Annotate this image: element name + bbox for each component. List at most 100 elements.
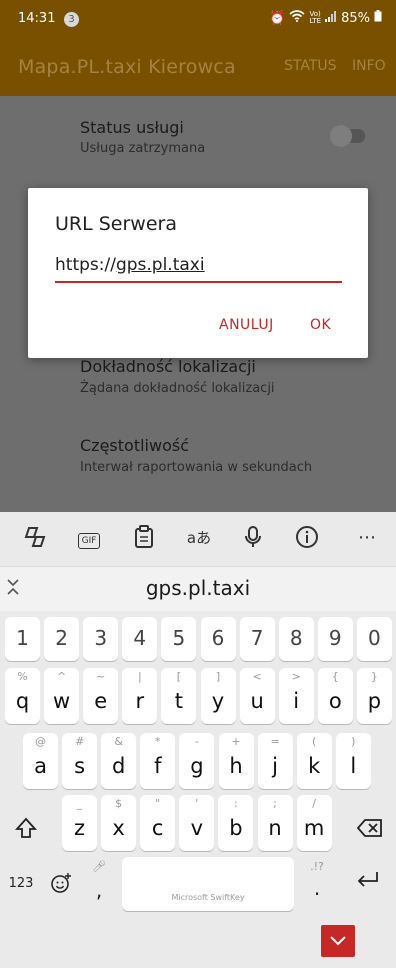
key-label: u [250, 689, 264, 713]
key-e[interactable]: ~ e [83, 668, 119, 724]
key-hint: : [234, 797, 238, 810]
key-label: 4 [133, 626, 147, 650]
key-hint: ] [215, 670, 221, 683]
symbols-key[interactable]: 123 [6, 876, 36, 891]
translate-label: aあ [186, 529, 212, 547]
key-label: w [53, 689, 71, 713]
info-action[interactable]: INFO [352, 58, 386, 74]
key-l[interactable]: ) l [335, 733, 371, 789]
key-a[interactable]: @ a [23, 733, 58, 789]
pref-title-service-status[interactable]: Status usługi [80, 118, 184, 137]
suggestion-word[interactable]: gps.pl.taxi [0, 576, 396, 600]
key-hint: ' [195, 797, 199, 810]
key-y[interactable]: ] y [200, 668, 236, 724]
key-hint: + [231, 735, 241, 748]
number-key-5[interactable]: 5 [161, 617, 197, 661]
pref-subtitle-frequency: Interwał raportowania w sekundach [80, 460, 313, 475]
key-v[interactable]: ' v [179, 795, 215, 851]
clipboard-icon[interactable] [129, 525, 159, 551]
key-n[interactable]: ; n [257, 795, 293, 851]
info-icon[interactable] [292, 525, 322, 551]
notification-badge: 3 [64, 12, 79, 27]
number-key-1[interactable]: 1 [5, 617, 40, 661]
key-x[interactable]: $ x [101, 795, 137, 851]
number-key-2[interactable]: 2 [44, 617, 80, 661]
key-hint: { [331, 670, 339, 683]
gif-icon[interactable]: GIF [74, 525, 104, 551]
key-w[interactable]: ^ w [44, 668, 80, 724]
key-c[interactable]: " c [140, 795, 176, 851]
number-key-4[interactable]: 4 [122, 617, 158, 661]
ok-button[interactable]: OK [310, 317, 331, 333]
key-j[interactable]: = j [257, 733, 293, 789]
key-t[interactable]: [t [161, 668, 197, 724]
key-label: v [190, 816, 204, 840]
alarm-icon: ⏰ [269, 10, 286, 26]
key-o[interactable]: {o [317, 668, 353, 724]
input-underline [55, 281, 342, 283]
key-label: x [112, 816, 125, 840]
key-label: h [229, 754, 243, 778]
enter-key[interactable] [350, 870, 386, 895]
key-i[interactable]: > i [278, 668, 314, 724]
hide-keyboard-button[interactable] [321, 925, 355, 957]
status-action[interactable]: STATUS [284, 58, 337, 74]
key-r[interactable]: | r [122, 668, 158, 724]
number-key-7[interactable]: 7 [239, 617, 275, 661]
key-hint: [ [176, 670, 182, 683]
key-label: 0 [368, 626, 381, 650]
pref-title-frequency[interactable]: Częstotliwość [80, 436, 189, 455]
key-u[interactable]: < u [239, 668, 275, 724]
key-hint: ^ [56, 670, 67, 683]
comma-key[interactable]: 🎤︎ , [86, 860, 112, 904]
key-hint: * [155, 735, 161, 748]
key-hint: } [370, 670, 378, 683]
more-icon[interactable]: ⋯ [352, 525, 382, 551]
key-hint: ; [273, 797, 277, 810]
key-q[interactable]: % q [5, 668, 40, 724]
dialog-title: URL Serwera [55, 213, 177, 235]
translate-icon[interactable]: aあ [184, 525, 214, 551]
key-hint: # [74, 735, 85, 748]
key-hint: _ [76, 797, 83, 810]
key-f[interactable]: * f [140, 733, 176, 789]
key-s[interactable]: # s [62, 733, 98, 789]
pref-subtitle-service-status: Usługa zatrzymana [80, 141, 206, 156]
space-key[interactable]: Microsoft SwiftKey [122, 857, 294, 911]
key-b[interactable]: :b [218, 795, 254, 851]
key-hint: > [291, 670, 301, 683]
shift-key[interactable] [8, 808, 44, 848]
key-k[interactable]: (k [296, 733, 332, 789]
period-key[interactable]: .!? . [304, 860, 330, 904]
key-label: m [303, 816, 325, 840]
cancel-button[interactable]: ANULUJ [219, 317, 274, 333]
key-label: d [112, 754, 126, 778]
key-hint: ) [351, 735, 356, 748]
key-z[interactable]: _ z [62, 795, 97, 851]
number-key-6[interactable]: 6 [200, 617, 236, 661]
server-url-value[interactable]: https://gps.pl.taxi [55, 255, 205, 275]
key-h[interactable]: + h [218, 733, 254, 789]
key-hint: $ [115, 797, 123, 810]
key-label: k [308, 754, 321, 778]
number-key-8[interactable]: 8 [278, 617, 314, 661]
pref-subtitle-accuracy: Żądana dokładność lokalizacji [80, 381, 275, 396]
backspace-key[interactable] [350, 808, 390, 848]
more-dots-icon: ⋯ [358, 527, 376, 548]
key-m[interactable]: / m [296, 795, 332, 851]
microphone-icon[interactable] [238, 525, 268, 551]
key-label: e [94, 689, 108, 713]
copilot-icon[interactable] [20, 525, 50, 551]
pref-title-accuracy[interactable]: Dokładność lokalizacji [80, 357, 256, 376]
key-p[interactable]: } p [356, 668, 392, 724]
number-key-9[interactable]: 9 [317, 617, 353, 661]
emoji-key[interactable] [49, 872, 73, 899]
key-g[interactable]: -g [179, 733, 215, 789]
key-label: 9 [328, 626, 342, 650]
key-label: a [34, 754, 47, 778]
key-d[interactable]: & d [101, 733, 137, 789]
key-label: p [367, 689, 382, 713]
number-key-0[interactable]: 0 [356, 617, 392, 661]
number-key-3[interactable]: 3 [83, 617, 119, 661]
service-toggle-thumb[interactable] [330, 125, 352, 147]
